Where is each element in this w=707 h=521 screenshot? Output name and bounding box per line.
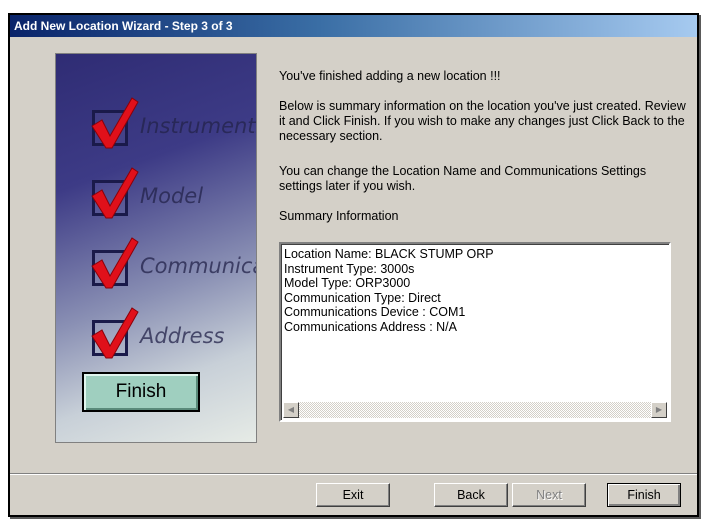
summary-line-instrument: Instrument Type: 3000s (284, 261, 415, 276)
next-button-label: Next (536, 488, 562, 502)
summary-textbox[interactable]: Location Name: BLACK STUMP ORP Instrumen… (279, 242, 671, 422)
finish-button[interactable]: Finish (607, 483, 681, 507)
sidebar-finish-label: Finish (115, 381, 167, 402)
summary-line-comm-address: Communications Address : N/A (284, 319, 457, 334)
sidebar-finish-button[interactable]: Finish (82, 372, 200, 412)
summary-label: Summary Information (279, 209, 399, 223)
wizard-window: Add New Location Wizard - Step 3 of 3 In… (8, 13, 699, 517)
exit-button[interactable]: Exit (316, 483, 390, 507)
summary-line-comm-type: Communication Type: Direct (284, 290, 441, 305)
step-label: Model (140, 184, 204, 208)
settings-note-text: You can change the Location Name and Com… (279, 164, 647, 193)
summary-line-model: Model Type: ORP3000 (284, 276, 411, 290)
checkmark-icon (91, 167, 139, 219)
scroll-left-icon[interactable]: ◀ (283, 402, 299, 418)
scroll-right-icon[interactable]: ▶ (651, 402, 667, 418)
finished-heading: You've finished adding a new location !!… (279, 69, 501, 83)
sidebar-step-address: Address (76, 306, 256, 366)
finish-button-label: Finish (627, 488, 661, 502)
checkmark-icon (91, 97, 139, 149)
checkmark-icon (91, 237, 139, 289)
exit-button-label: Exit (342, 488, 364, 502)
wizard-sidebar: Instruments Model Communications Address… (55, 53, 257, 443)
summary-line-location: Location Name: BLACK STUMP ORP (284, 247, 494, 261)
step-label: Instruments (140, 114, 257, 138)
title-bar[interactable]: Add New Location Wizard - Step 3 of 3 (10, 15, 697, 37)
window-title: Add New Location Wizard - Step 3 of 3 (14, 19, 233, 33)
step-label: Communications (140, 254, 256, 278)
sidebar-step-instruments: Instruments (76, 96, 257, 156)
checkmark-icon (91, 307, 139, 359)
step-label: Address (140, 324, 225, 348)
back-button[interactable]: Back (434, 483, 508, 507)
summary-lines: Location Name: BLACK STUMP ORP Instrumen… (284, 247, 494, 334)
back-button-label: Back (457, 488, 485, 502)
horizontal-scrollbar[interactable]: ◀ ▶ (283, 402, 667, 418)
next-button[interactable]: Next (512, 483, 586, 507)
summary-line-comm-device: Communications Device : COM1 (284, 305, 466, 319)
summary-intro-text: Below is summary information on the loca… (279, 99, 686, 143)
sidebar-step-model: Model (76, 166, 256, 226)
sidebar-step-communications: Communications (76, 236, 256, 296)
footer-divider (10, 473, 697, 475)
